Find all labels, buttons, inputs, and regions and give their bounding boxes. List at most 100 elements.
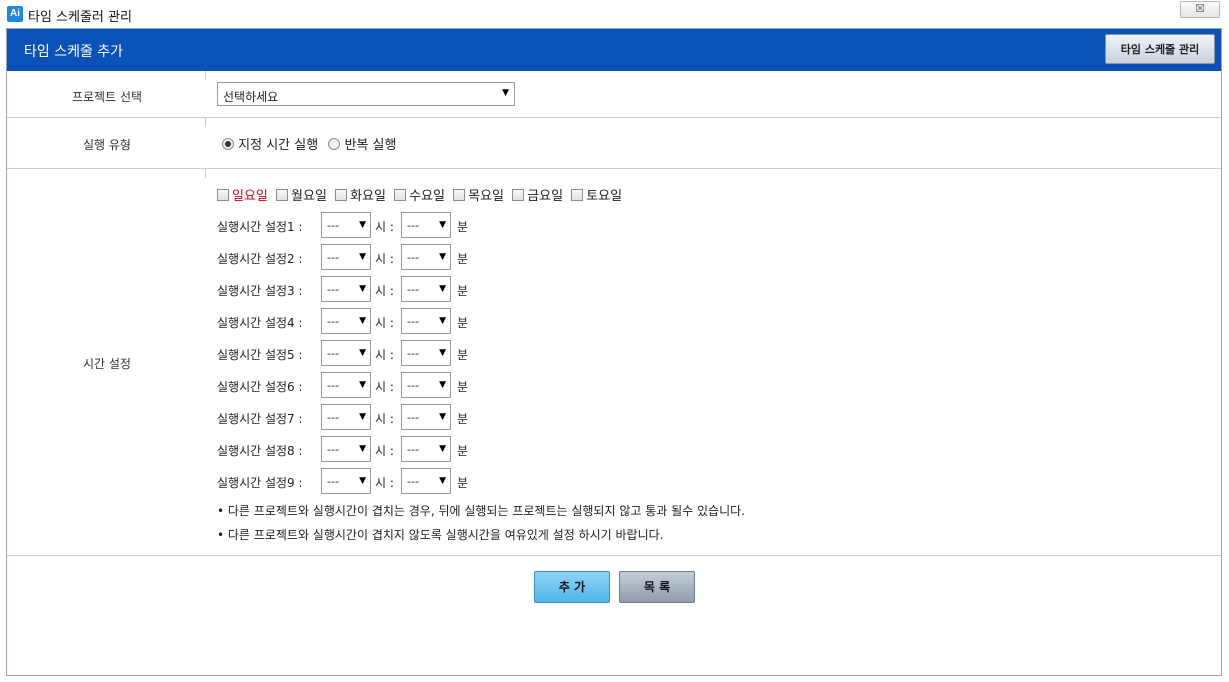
hour-unit: 시 : bbox=[375, 252, 394, 266]
page-title: 타임 스케줄 추가 bbox=[24, 44, 124, 60]
time-row-label: 실행시간 설정8 : bbox=[217, 444, 303, 458]
dropdown-arrow-icon: ▼ bbox=[439, 476, 446, 486]
dropdown-arrow-icon: ▼ bbox=[359, 316, 366, 326]
schedule-manage-button[interactable]: 타임 스케줄 관리 bbox=[1105, 34, 1215, 64]
project-row: 프로젝트 선택 선택하세요 ▼ bbox=[7, 71, 1221, 118]
radio-unchecked-icon[interactable] bbox=[328, 138, 341, 150]
checkbox-icon[interactable] bbox=[453, 189, 466, 201]
notice-text-1: • 다른 프로젝트와 실행시간이 겹치는 경우, 뒤에 실행되는 프로젝트는 실… bbox=[217, 504, 745, 518]
dropdown-arrow-icon: ▼ bbox=[359, 380, 366, 390]
minute-unit: 분 bbox=[457, 444, 469, 458]
checkbox-icon[interactable] bbox=[335, 189, 348, 201]
minute-select[interactable]: --- ▼ bbox=[401, 340, 451, 366]
run-type-option-label: 반복 실행 bbox=[344, 138, 397, 153]
hour-select[interactable]: --- ▼ bbox=[321, 468, 371, 494]
time-row-label: 실행시간 설정4 : bbox=[217, 316, 303, 330]
day-thursday[interactable]: 목요일 bbox=[453, 189, 504, 204]
time-row-label: 실행시간 설정9 : bbox=[217, 476, 303, 490]
hour-unit: 시 : bbox=[375, 284, 394, 298]
hour-select[interactable]: --- ▼ bbox=[321, 372, 371, 398]
minute-unit: 분 bbox=[457, 348, 469, 362]
hour-unit: 시 : bbox=[375, 380, 394, 394]
day-saturday[interactable]: 토요일 bbox=[571, 189, 622, 204]
checkbox-icon[interactable] bbox=[512, 189, 525, 201]
hour-select[interactable]: --- ▼ bbox=[321, 436, 371, 462]
day-tuesday[interactable]: 화요일 bbox=[335, 189, 386, 204]
time-row-label: 실행시간 설정1 : bbox=[217, 220, 303, 234]
minute-select[interactable]: --- ▼ bbox=[401, 436, 451, 462]
time-row-label: 실행시간 설정5 : bbox=[217, 348, 303, 362]
dropdown-arrow-icon: ▼ bbox=[359, 348, 366, 358]
minute-select[interactable]: --- ▼ bbox=[401, 372, 451, 398]
dropdown-arrow-icon: ▼ bbox=[439, 444, 446, 454]
dropdown-arrow-icon: ▼ bbox=[359, 284, 366, 294]
run-type-options: 지정 시간 실행 반복 실행 bbox=[222, 134, 396, 153]
project-label: 프로젝트 선택 bbox=[71, 90, 143, 104]
project-select-value: 선택하세요 bbox=[223, 90, 279, 104]
run-type-row: 실행 유형 지정 시간 실행 반복 실행 bbox=[7, 118, 1221, 169]
checkbox-icon[interactable] bbox=[276, 189, 289, 201]
dropdown-arrow-icon: ▼ bbox=[439, 252, 446, 262]
notice-text-2: • 다른 프로젝트와 실행시간이 겹치지 않도록 실행시간을 여유있게 설정 하… bbox=[217, 528, 664, 542]
run-type-label: 실행 유형 bbox=[83, 138, 131, 152]
window-title: 타임 스케줄러 관리 bbox=[28, 10, 132, 25]
time-setting-row: 시간 설정 일요일 월요일 화요일 수요일 목요일 금요일 토요일 실행시간 설… bbox=[7, 169, 1221, 556]
divider-tick bbox=[205, 169, 206, 178]
hour-select[interactable]: --- ▼ bbox=[321, 276, 371, 302]
minute-unit: 분 bbox=[457, 284, 469, 298]
hour-select[interactable]: --- ▼ bbox=[321, 404, 371, 430]
hour-unit: 시 : bbox=[375, 476, 394, 490]
dropdown-arrow-icon: ▼ bbox=[439, 348, 446, 358]
list-button[interactable]: 목 록 bbox=[619, 571, 695, 603]
day-monday[interactable]: 월요일 bbox=[276, 189, 327, 204]
close-button[interactable]: ☒ bbox=[1180, 1, 1220, 18]
dropdown-arrow-icon: ▼ bbox=[439, 220, 446, 230]
minute-unit: 분 bbox=[457, 252, 469, 266]
divider-tick bbox=[205, 118, 206, 127]
run-type-option-label: 지정 시간 실행 bbox=[238, 138, 319, 153]
time-setting-label: 시간 설정 bbox=[83, 357, 131, 371]
minute-select[interactable]: --- ▼ bbox=[401, 468, 451, 494]
dropdown-arrow-icon: ▼ bbox=[359, 412, 366, 422]
run-type-option-scheduled[interactable]: 지정 시간 실행 bbox=[222, 138, 322, 153]
day-sunday[interactable]: 일요일 bbox=[217, 189, 268, 204]
dropdown-arrow-icon: ▼ bbox=[439, 316, 446, 326]
dropdown-arrow-icon: ▼ bbox=[359, 220, 366, 230]
radio-checked-icon[interactable] bbox=[222, 138, 234, 150]
minute-select[interactable]: --- ▼ bbox=[401, 212, 451, 238]
hour-unit: 시 : bbox=[375, 412, 394, 426]
hour-select[interactable]: --- ▼ bbox=[321, 212, 371, 238]
time-row-label: 실행시간 설정7 : bbox=[217, 412, 303, 426]
checkbox-icon[interactable] bbox=[217, 189, 229, 201]
checkbox-icon[interactable] bbox=[571, 189, 584, 201]
project-select[interactable]: 선택하세요 ▼ bbox=[217, 82, 515, 106]
dropdown-arrow-icon: ▼ bbox=[439, 412, 446, 422]
hour-unit: 시 : bbox=[375, 444, 394, 458]
weekday-checkboxes: 일요일 월요일 화요일 수요일 목요일 금요일 토요일 bbox=[217, 185, 626, 204]
dropdown-arrow-icon: ▼ bbox=[359, 444, 366, 454]
dropdown-arrow-icon: ▼ bbox=[359, 252, 366, 262]
add-button[interactable]: 추 가 bbox=[534, 571, 610, 603]
time-row-label: 실행시간 설정6 : bbox=[217, 380, 303, 394]
hour-select[interactable]: --- ▼ bbox=[321, 244, 371, 270]
minute-unit: 분 bbox=[457, 220, 469, 234]
dropdown-arrow-icon: ▼ bbox=[359, 476, 366, 486]
minute-select[interactable]: --- ▼ bbox=[401, 276, 451, 302]
divider-tick bbox=[205, 71, 206, 80]
hour-select[interactable]: --- ▼ bbox=[321, 340, 371, 366]
minute-unit: 분 bbox=[457, 412, 469, 426]
checkbox-icon[interactable] bbox=[394, 189, 407, 201]
day-friday[interactable]: 금요일 bbox=[512, 189, 563, 204]
run-type-option-repeat[interactable]: 반복 실행 bbox=[328, 138, 396, 153]
minute-select[interactable]: --- ▼ bbox=[401, 404, 451, 430]
day-wednesday[interactable]: 수요일 bbox=[394, 189, 445, 204]
minute-select[interactable]: --- ▼ bbox=[401, 244, 451, 270]
dropdown-arrow-icon: ▼ bbox=[439, 284, 446, 294]
hour-select[interactable]: --- ▼ bbox=[321, 308, 371, 334]
minute-unit: 분 bbox=[457, 476, 469, 490]
time-row-label: 실행시간 설정3 : bbox=[217, 284, 303, 298]
main-frame: 타임 스케줄 추가 타임 스케줄 관리 프로젝트 선택 선택하세요 ▼ 실행 유… bbox=[6, 28, 1222, 676]
hour-unit: 시 : bbox=[375, 220, 394, 234]
minute-select[interactable]: --- ▼ bbox=[401, 308, 451, 334]
dropdown-arrow-icon: ▼ bbox=[502, 88, 509, 98]
